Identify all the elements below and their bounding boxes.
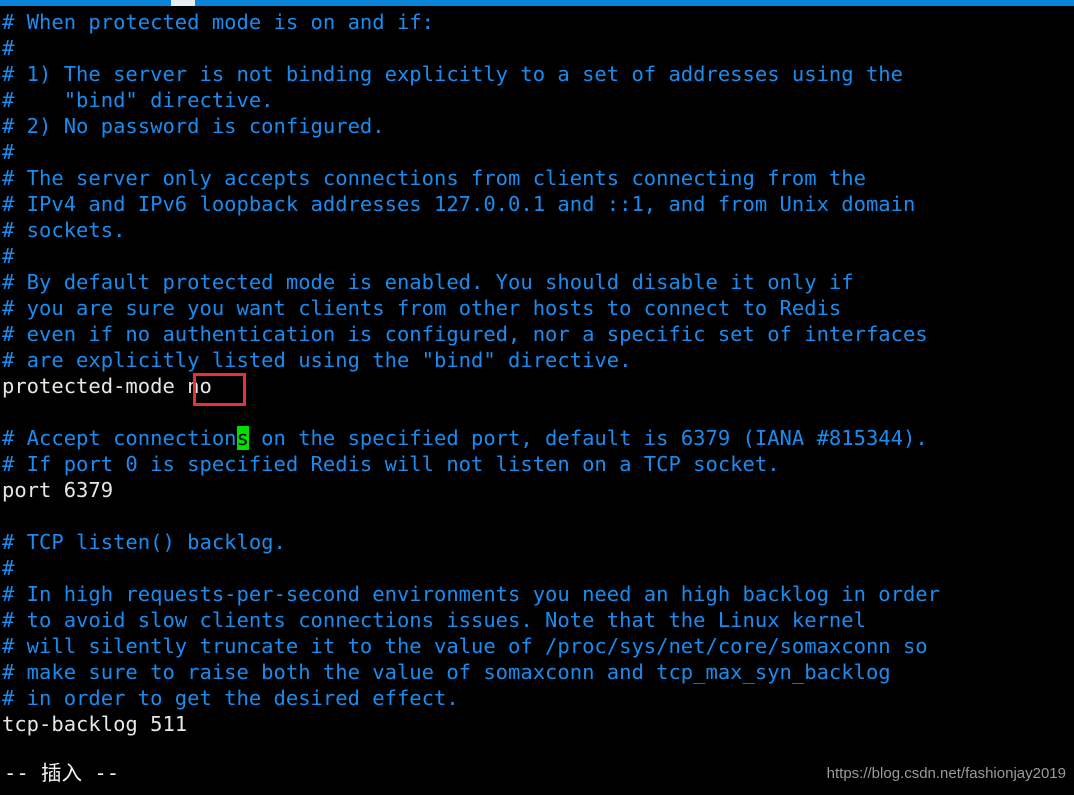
editor-line: # "bind" directive. (2, 88, 274, 112)
editor-line: # When protected mode is on and if: (2, 10, 434, 34)
vim-status-line: -- 插入 -- https://blog.csdn.net/fashionja… (0, 751, 1074, 795)
editor-line: # (2, 556, 15, 580)
editor-line: # will silently truncate it to the value… (2, 634, 928, 658)
editor-line: port 6379 (2, 478, 114, 502)
vim-mode-indicator: -- 插入 -- (4, 761, 120, 785)
editor-line: # The server only accepts connections fr… (2, 166, 866, 190)
editor-line: # In high requests-per-second environmen… (2, 582, 940, 606)
editor-line: # 2) No password is configured. (2, 114, 385, 138)
editor-line: # even if no authentication is configure… (2, 322, 928, 346)
editor-line: protected-mode no (2, 374, 212, 398)
editor-line: # (2, 36, 15, 60)
text-cursor: s (236, 426, 249, 450)
editor-line: # in order to get the desired effect. (2, 686, 459, 710)
editor-line: # to avoid slow clients connections issu… (2, 608, 866, 632)
editor-line: # sockets. (2, 218, 126, 242)
editor-line: # Accept connections on the specified po… (2, 426, 928, 450)
editor-line: # you are sure you want clients from oth… (2, 296, 842, 320)
editor-line: # (2, 140, 15, 164)
terminal-window: # When protected mode is on and if: # # 1)… (0, 0, 1074, 795)
editor-line: # are explicitly listed using the "bind"… (2, 348, 632, 372)
editor-line: # make sure to raise both the value of s… (2, 660, 891, 684)
editor-text-area[interactable]: # When protected mode is on and if: # # 1)… (0, 6, 1074, 751)
editor-line: # IPv4 and IPv6 loopback addresses 127.0… (2, 192, 916, 216)
editor-line: tcp-backlog 511 (2, 712, 188, 736)
editor-line: # (2, 244, 15, 268)
editor-line: # 1) The server is not binding explicitl… (2, 62, 903, 86)
editor-line: # TCP listen() backlog. (2, 530, 286, 554)
watermark-url: https://blog.csdn.net/fashionjay2019 (826, 765, 1066, 782)
editor-line: # If port 0 is specified Redis will not … (2, 452, 780, 476)
editor-line: # By default protected mode is enabled. … (2, 270, 854, 294)
